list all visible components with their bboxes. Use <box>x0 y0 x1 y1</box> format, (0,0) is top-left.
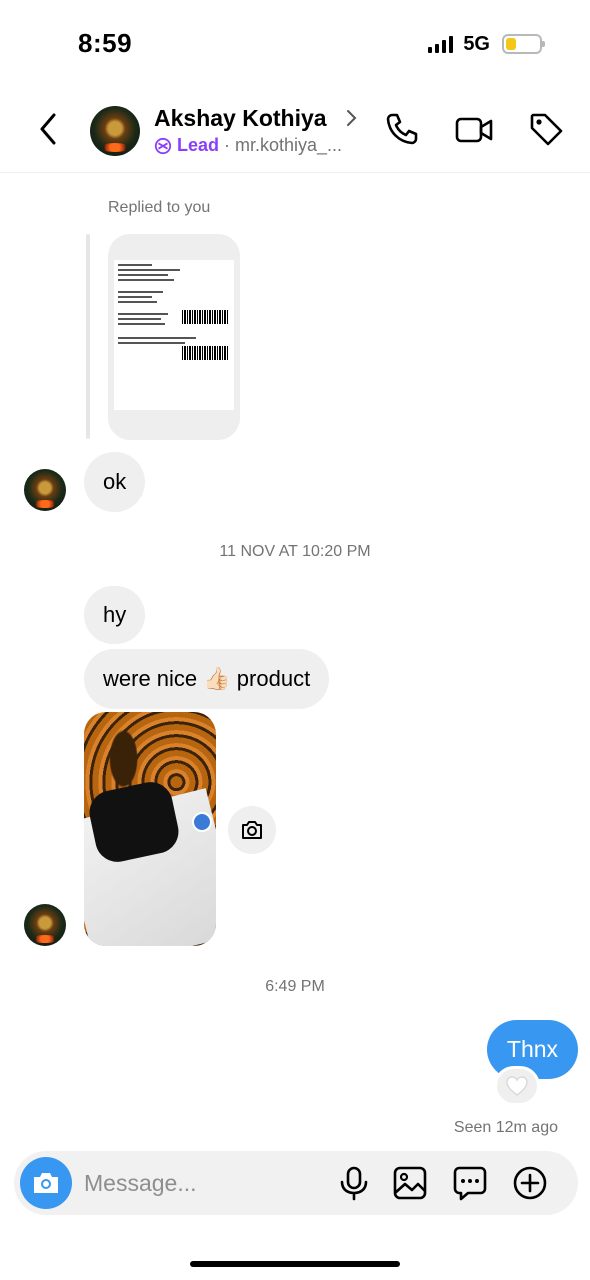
message-text: product <box>230 666 311 691</box>
message-composer <box>14 1151 578 1215</box>
seen-status: Seen 12m ago <box>453 1119 558 1136</box>
timestamp: 11 NOV AT 10:20 PM <box>219 543 371 560</box>
photo-sticker <box>192 812 212 832</box>
contact-name[interactable]: Akshay Kothiya <box>154 105 327 132</box>
gallery-icon[interactable] <box>392 1165 428 1201</box>
microphone-icon[interactable] <box>336 1165 372 1201</box>
chat-header: Akshay Kothiya Lead · mr.kothiya_... <box>0 95 590 173</box>
lead-label: Lead <box>177 135 220 155</box>
timestamp: 6:49 PM <box>265 978 325 995</box>
photo-message[interactable] <box>84 712 216 946</box>
camera-icon <box>34 1173 58 1193</box>
avatar[interactable] <box>90 106 140 156</box>
lead-icon <box>154 137 172 154</box>
back-icon[interactable] <box>34 109 64 149</box>
network-label: 5G <box>463 32 490 55</box>
heart-icon <box>506 1076 528 1096</box>
camera-button[interactable] <box>20 1157 72 1209</box>
message-text: were nice <box>103 666 204 691</box>
message-input[interactable] <box>84 1166 324 1200</box>
message-bubble[interactable]: hy <box>84 586 146 644</box>
lead-badge[interactable]: Lead <box>154 135 219 156</box>
shipping-label-image <box>114 260 234 410</box>
tag-icon[interactable] <box>528 111 564 147</box>
replied-image[interactable] <box>108 234 240 440</box>
sender-avatar[interactable] <box>24 904 66 946</box>
video-icon[interactable] <box>454 111 494 147</box>
status-time: 8:59 <box>78 28 133 58</box>
message-bubble[interactable]: were nice 👍🏻 product <box>84 649 330 709</box>
reply-indicator <box>86 234 90 439</box>
replied-label: Replied to you <box>108 199 211 216</box>
reaction-heart[interactable] <box>494 1066 540 1106</box>
message-bubble[interactable]: ok <box>84 452 146 512</box>
thumbs-up-emoji: 👍🏻 <box>203 666 231 692</box>
contact-subtitle: Lead · mr.kothiya_... <box>154 135 342 156</box>
photo-camera-button[interactable] <box>228 806 276 854</box>
sticker-icon[interactable] <box>452 1165 488 1201</box>
sender-avatar[interactable] <box>24 469 66 511</box>
signal-icon <box>428 35 454 53</box>
plus-icon[interactable] <box>512 1165 548 1201</box>
chevron-right-icon[interactable] <box>344 107 358 129</box>
home-indicator[interactable] <box>190 1261 400 1267</box>
contact-username: mr.kothiya_... <box>235 135 343 155</box>
battery-icon <box>502 34 545 54</box>
status-indicators: 5G <box>428 30 545 58</box>
separator-dot: · <box>224 135 231 155</box>
camera-icon <box>242 821 262 839</box>
phone-icon[interactable] <box>384 111 420 147</box>
